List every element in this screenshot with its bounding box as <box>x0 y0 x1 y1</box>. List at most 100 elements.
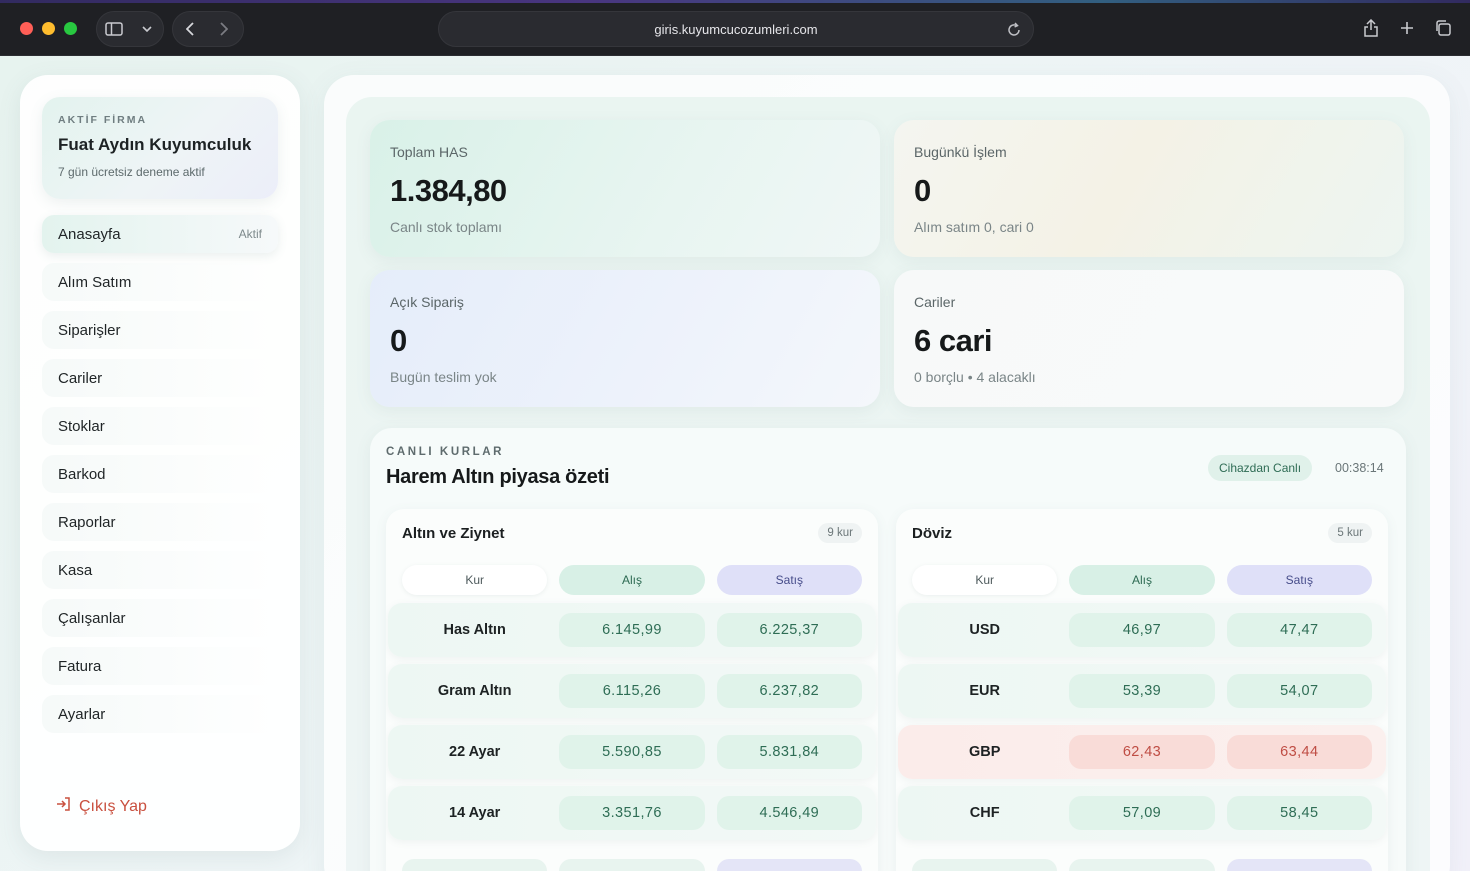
page: AKTİF FİRMA Fuat Aydın Kuyumculuk 7 gün … <box>0 56 1470 871</box>
column-header-satis[interactable]: Satış <box>1226 565 1372 595</box>
rate-buy: 62,43 <box>1069 735 1215 769</box>
rate-sell: 6.237,82 <box>716 674 862 708</box>
share-icon[interactable] <box>1356 11 1386 45</box>
column-header-satis[interactable]: Satış <box>716 565 862 595</box>
active-badge: Aktif <box>238 227 262 241</box>
stat-title: Bugünkü İşlem <box>914 144 1007 160</box>
table-row[interactable]: EUR 53,39 54,07 <box>898 664 1386 718</box>
sidebar-item-label: Stoklar <box>58 417 105 435</box>
minimize-window-button[interactable] <box>42 22 55 35</box>
rate-sell: 4.546,49 <box>716 796 862 830</box>
sidebar-item-label: Kasa <box>58 561 93 579</box>
sidebar-toggle-icon[interactable] <box>97 12 130 46</box>
rate-name: EUR <box>969 683 1000 699</box>
back-arrow-icon[interactable] <box>173 12 207 46</box>
forward-arrow-icon[interactable] <box>207 12 241 46</box>
address-bar[interactable]: giris.kuyumcucozumleri.com <box>438 11 1034 47</box>
sidebar-item-anasayfa[interactable]: Anasayfa Aktif <box>42 215 278 253</box>
rates-title: Harem Altın piyasa özeti <box>386 466 610 488</box>
firm-name: Fuat Aydın Kuyumculuk <box>58 135 252 154</box>
rate-buy: 46,97 <box>1069 613 1215 647</box>
stat-title: Açık Sipariş <box>390 294 464 310</box>
sidebar-item-kasa[interactable]: Kasa <box>42 551 278 589</box>
tab-overview-icon[interactable] <box>1428 11 1458 45</box>
stat-subtitle: 0 borçlu • 4 alacaklı <box>914 369 1036 385</box>
rate-buy: 5.590,85 <box>559 735 705 769</box>
sidebar-item-barkod[interactable]: Barkod <box>42 455 278 493</box>
panel-header: Döviz 5 kur <box>896 509 1388 557</box>
live-rates-section: CANLI KURLAR Harem Altın piyasa özeti Ci… <box>370 428 1406 871</box>
sidebar-item-label: Ayarlar <box>58 705 106 723</box>
table-row[interactable]: Has Altın 6.145,99 6.225,37 <box>388 603 876 657</box>
sidebar-item-alim-satim[interactable]: Alım Satım <box>42 263 278 301</box>
stat-subtitle: Bugün teslim yok <box>390 369 497 385</box>
stat-card-accounts[interactable]: Cariler 6 cari 0 borçlu • 4 alacaklı <box>894 270 1404 407</box>
browser-chrome: giris.kuyumcucozumleri.com <box>0 0 1470 56</box>
table-row-partial <box>388 859 876 871</box>
rates-kicker: CANLI KURLAR <box>386 446 505 458</box>
rate-sell: 6.225,37 <box>716 613 862 647</box>
history-nav-group <box>172 11 244 47</box>
column-header-alis[interactable]: Alış <box>1069 565 1215 595</box>
stat-subtitle: Alım satım 0, cari 0 <box>914 219 1034 235</box>
stat-card-total-has[interactable]: Toplam HAS 1.384,80 Canlı stok toplamı <box>370 120 880 257</box>
rate-sell: 63,44 <box>1226 735 1372 769</box>
panel-header: Altın ve Ziynet 9 kur <box>386 509 878 557</box>
rate-name: Has Altın <box>443 622 506 638</box>
panel-title: Altın ve Ziynet <box>402 524 505 542</box>
stat-title: Toplam HAS <box>390 144 468 160</box>
chevron-down-icon[interactable] <box>130 12 163 46</box>
column-header-alis[interactable]: Alış <box>559 565 705 595</box>
table-row[interactable]: Gram Altın 6.115,26 6.237,82 <box>388 664 876 718</box>
active-firm-card[interactable]: AKTİF FİRMA Fuat Aydın Kuyumculuk 7 gün … <box>42 97 278 199</box>
sidebar-item-label: Çalışanlar <box>58 609 126 627</box>
stat-title: Cariler <box>914 294 956 310</box>
zoom-window-button[interactable] <box>64 22 77 35</box>
sidebar-menu: Anasayfa Aktif Alım Satım Siparişler Car… <box>42 215 278 743</box>
firm-label: AKTİF FİRMA <box>58 114 148 126</box>
stat-card-open-orders[interactable]: Açık Sipariş 0 Bugün teslim yok <box>370 270 880 407</box>
sidebar-item-fatura[interactable]: Fatura <box>42 647 278 685</box>
rate-sell: 54,07 <box>1226 674 1372 708</box>
browser-actions <box>1356 11 1458 45</box>
stat-value: 1.384,80 <box>390 173 507 208</box>
logout-icon <box>56 797 71 816</box>
rate-name: Gram Altın <box>437 683 512 699</box>
stat-value: 0 <box>390 323 407 358</box>
table-row[interactable]: 14 Ayar 3.351,76 4.546,49 <box>388 786 876 840</box>
sidebar-item-label: Cariler <box>58 369 103 387</box>
sidebar-item-siparisler[interactable]: Siparişler <box>42 311 278 349</box>
sidebar-item-raporlar[interactable]: Raporlar <box>42 503 278 541</box>
rate-count-badge: 9 kur <box>818 523 862 543</box>
logout-label: Çıkış Yap <box>79 797 147 815</box>
stat-value: 6 cari <box>914 323 993 358</box>
table-row[interactable]: USD 46,97 47,47 <box>898 603 1386 657</box>
sidebar-item-label: Fatura <box>58 657 102 675</box>
main-content: Toplam HAS 1.384,80 Canlı stok toplamı B… <box>324 75 1450 871</box>
stat-subtitle: Canlı stok toplamı <box>390 219 503 235</box>
close-window-button[interactable] <box>20 22 33 35</box>
fx-rates-panel: Döviz 5 kur Kur Alış Satış USD 46,97 47,… <box>896 509 1388 871</box>
rate-name: USD <box>969 622 1000 638</box>
column-header-kur[interactable]: Kur <box>912 565 1058 595</box>
new-tab-icon[interactable] <box>1392 11 1422 45</box>
rate-name: 14 Ayar <box>449 805 501 821</box>
sidebar-item-stoklar[interactable]: Stoklar <box>42 407 278 445</box>
sidebar-item-calisanlar[interactable]: Çalışanlar <box>42 599 278 637</box>
live-status-badge: Cihazdan Canlı <box>1208 455 1313 481</box>
logout-button[interactable]: Çıkış Yap <box>56 797 147 816</box>
reload-icon[interactable] <box>1007 21 1021 40</box>
table-row[interactable]: 22 Ayar 5.590,85 5.831,84 <box>388 725 876 779</box>
rate-name: GBP <box>968 744 1001 760</box>
rate-name: CHF <box>969 805 1000 821</box>
rate-sell: 47,47 <box>1226 613 1372 647</box>
table-row-partial <box>898 859 1386 871</box>
address-url: giris.kuyumcucozumleri.com <box>654 21 818 37</box>
sidebar-item-label: Anasayfa <box>58 225 121 243</box>
sidebar-item-cariler[interactable]: Cariler <box>42 359 278 397</box>
stat-card-today-transactions[interactable]: Bugünkü İşlem 0 Alım satım 0, cari 0 <box>894 120 1404 257</box>
table-row[interactable]: CHF 57,09 58,45 <box>898 786 1386 840</box>
table-row[interactable]: GBP 62,43 63,44 <box>898 725 1386 779</box>
column-header-kur[interactable]: Kur <box>402 565 548 595</box>
sidebar-item-ayarlar[interactable]: Ayarlar <box>42 695 278 733</box>
